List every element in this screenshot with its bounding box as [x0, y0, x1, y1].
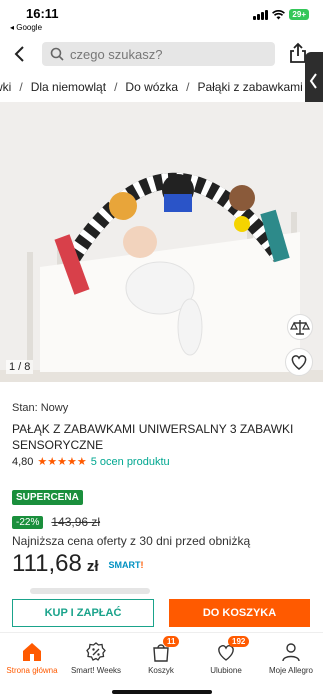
- nav-item-home[interactable]: Strona główna: [0, 641, 64, 675]
- status-icons: 29+: [253, 9, 309, 20]
- bottom-nav: Strona główna Smart! Weeks 11 Koszyk 192…: [0, 632, 323, 698]
- supercena-badge: SUPERCENA: [12, 490, 83, 505]
- discount-badge: -22%: [12, 515, 44, 529]
- heart-icon-wrapper: 192: [215, 636, 250, 663]
- product-image-gallery[interactable]: 1 / 8: [0, 102, 323, 382]
- nav-label: Smart! Weeks: [70, 666, 122, 675]
- status-bar: 16:11 ◂ Google 29+: [0, 0, 323, 36]
- add-to-favorites-button[interactable]: [285, 348, 313, 376]
- breadcrumb-separator: /: [19, 80, 23, 94]
- nav-item-cart[interactable]: 11 Koszyk: [129, 636, 193, 675]
- rating-value: 4,80: [12, 455, 34, 468]
- rating-count-link[interactable]: 5 ocen produktu: [91, 456, 170, 468]
- compare-button[interactable]: [287, 314, 313, 340]
- smart-bang-icon: !: [140, 560, 144, 570]
- add-to-cart-button[interactable]: DO KOSZYKA: [169, 599, 310, 627]
- nav-label: Moje Allegro: [268, 666, 314, 675]
- obscured-text: [30, 588, 150, 594]
- breadcrumb-separator: /: [186, 80, 190, 94]
- nav-item-my-allegro[interactable]: Moje Allegro: [259, 641, 323, 675]
- breadcrumb-separator: /: [114, 80, 118, 94]
- nav-label: Ulubione: [210, 666, 242, 675]
- product-photo: [0, 102, 323, 382]
- nav-item-smart-weeks[interactable]: Smart! Weeks: [64, 641, 128, 675]
- discount-row: -22% 143,96 zł: [12, 515, 100, 529]
- product-title: PAŁĄK Z ZABAWKAMI UNIWERSALNY 3 ZABAWKI …: [12, 422, 294, 452]
- cart-count-badge: 11: [163, 636, 180, 647]
- scale-icon: [290, 320, 310, 335]
- image-counter: 1 / 8: [6, 360, 34, 374]
- heart-outline-icon: [291, 355, 307, 370]
- search-placeholder: czego szukasz?: [70, 47, 163, 62]
- buy-now-button[interactable]: KUP I ZAPŁAĆ: [12, 599, 154, 627]
- wifi-icon: [272, 9, 286, 19]
- status-time: 16:11: [26, 6, 59, 21]
- product-condition: Stan: Nowy: [12, 402, 69, 414]
- home-indicator: [112, 690, 212, 694]
- breadcrumb-item[interactable]: Do wózka: [125, 80, 178, 94]
- lowest-price-note: Najniższa cena oferty z 30 dni przed obn…: [12, 534, 251, 548]
- rating-row[interactable]: 4,80 ★★★★★ 5 ocen produktu: [12, 455, 170, 469]
- price-currency: zł: [86, 558, 99, 575]
- price-value: 111,68: [12, 550, 82, 577]
- breadcrumb: wki / Dla niemowląt / Do wózka / Pałąki z zaba…: [0, 78, 323, 98]
- signal-icon: [253, 9, 269, 20]
- home-icon: [23, 643, 41, 661]
- breadcrumb-item[interactable]: Pałąki z zabawkami: [197, 80, 302, 94]
- battery-icon: 29+: [289, 9, 309, 20]
- nav-item-favorites[interactable]: 192 Ulubione: [194, 636, 258, 675]
- smart-logo: SMART!: [109, 560, 144, 570]
- old-price: 143,96 zł: [51, 515, 101, 529]
- smart-logo-text: SMART: [108, 560, 141, 570]
- stars-icon: ★★★★★: [37, 456, 87, 468]
- price-row: 111,68 zł SMART!: [12, 550, 144, 578]
- search-icon: [50, 47, 64, 61]
- search-header: czego szukasz?: [0, 38, 323, 72]
- breadcrumb-item[interactable]: Dla niemowląt: [31, 80, 106, 94]
- breadcrumb-item[interactable]: wki: [0, 80, 11, 94]
- nav-label: Koszyk: [148, 666, 174, 675]
- smart-weeks-icon: [86, 642, 106, 661]
- back-arrow-icon[interactable]: [10, 44, 30, 64]
- search-input[interactable]: czego szukasz?: [42, 42, 275, 66]
- nav-label: Strona główna: [6, 666, 58, 675]
- cart-icon-wrapper: 11: [150, 636, 180, 663]
- back-to-google-link[interactable]: ◂ Google: [10, 23, 42, 32]
- user-icon: [282, 643, 300, 662]
- favorites-count-badge: 192: [228, 636, 250, 647]
